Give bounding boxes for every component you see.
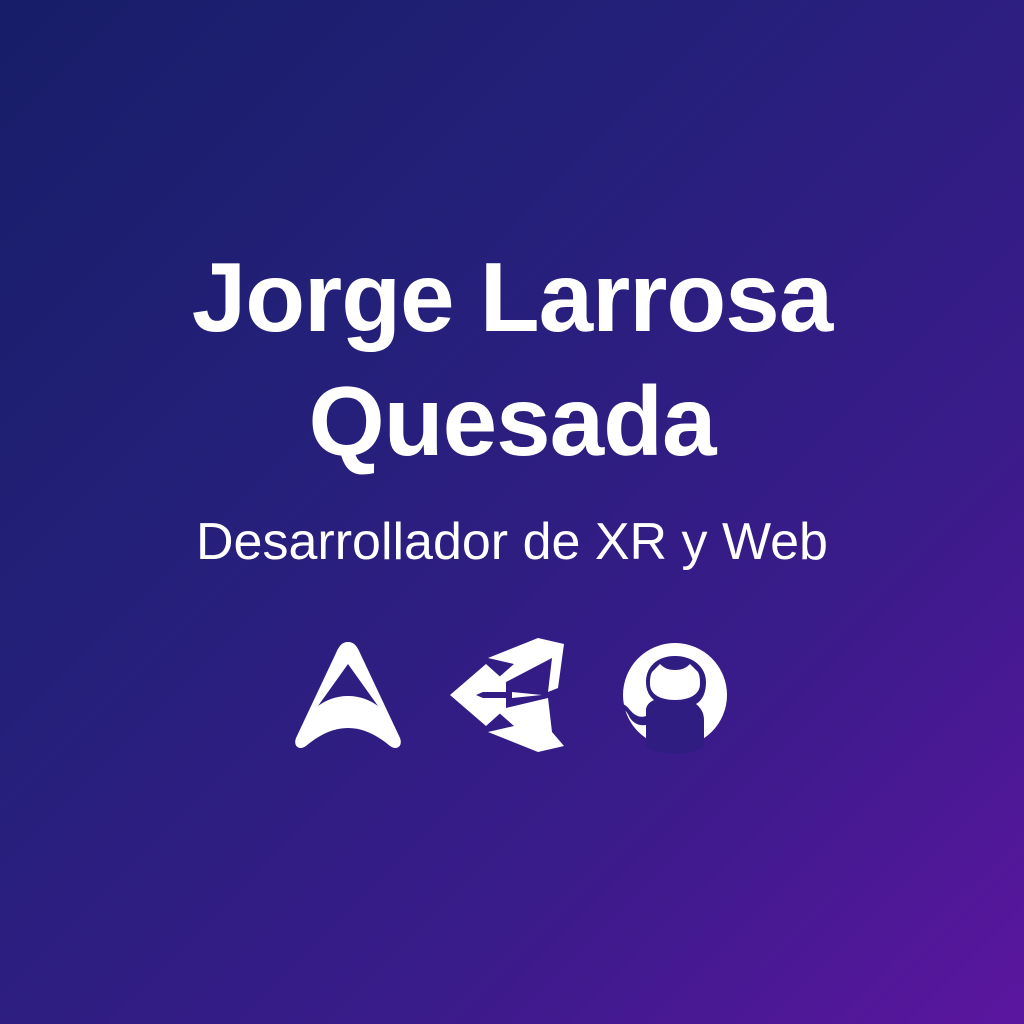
github-logo-icon (610, 630, 740, 760)
tech-icons-row (0, 630, 1024, 760)
name-line-1: Jorge Larrosa (191, 242, 834, 352)
arcore-logo-icon (284, 630, 414, 760)
profile-card: Jorge Larrosa Quesada Desarrollador de X… (0, 0, 1024, 1024)
name-line-2: Quesada (308, 366, 717, 476)
subtitle: Desarrollador de XR y Web (196, 513, 828, 571)
unity-logo-icon (446, 630, 576, 760)
